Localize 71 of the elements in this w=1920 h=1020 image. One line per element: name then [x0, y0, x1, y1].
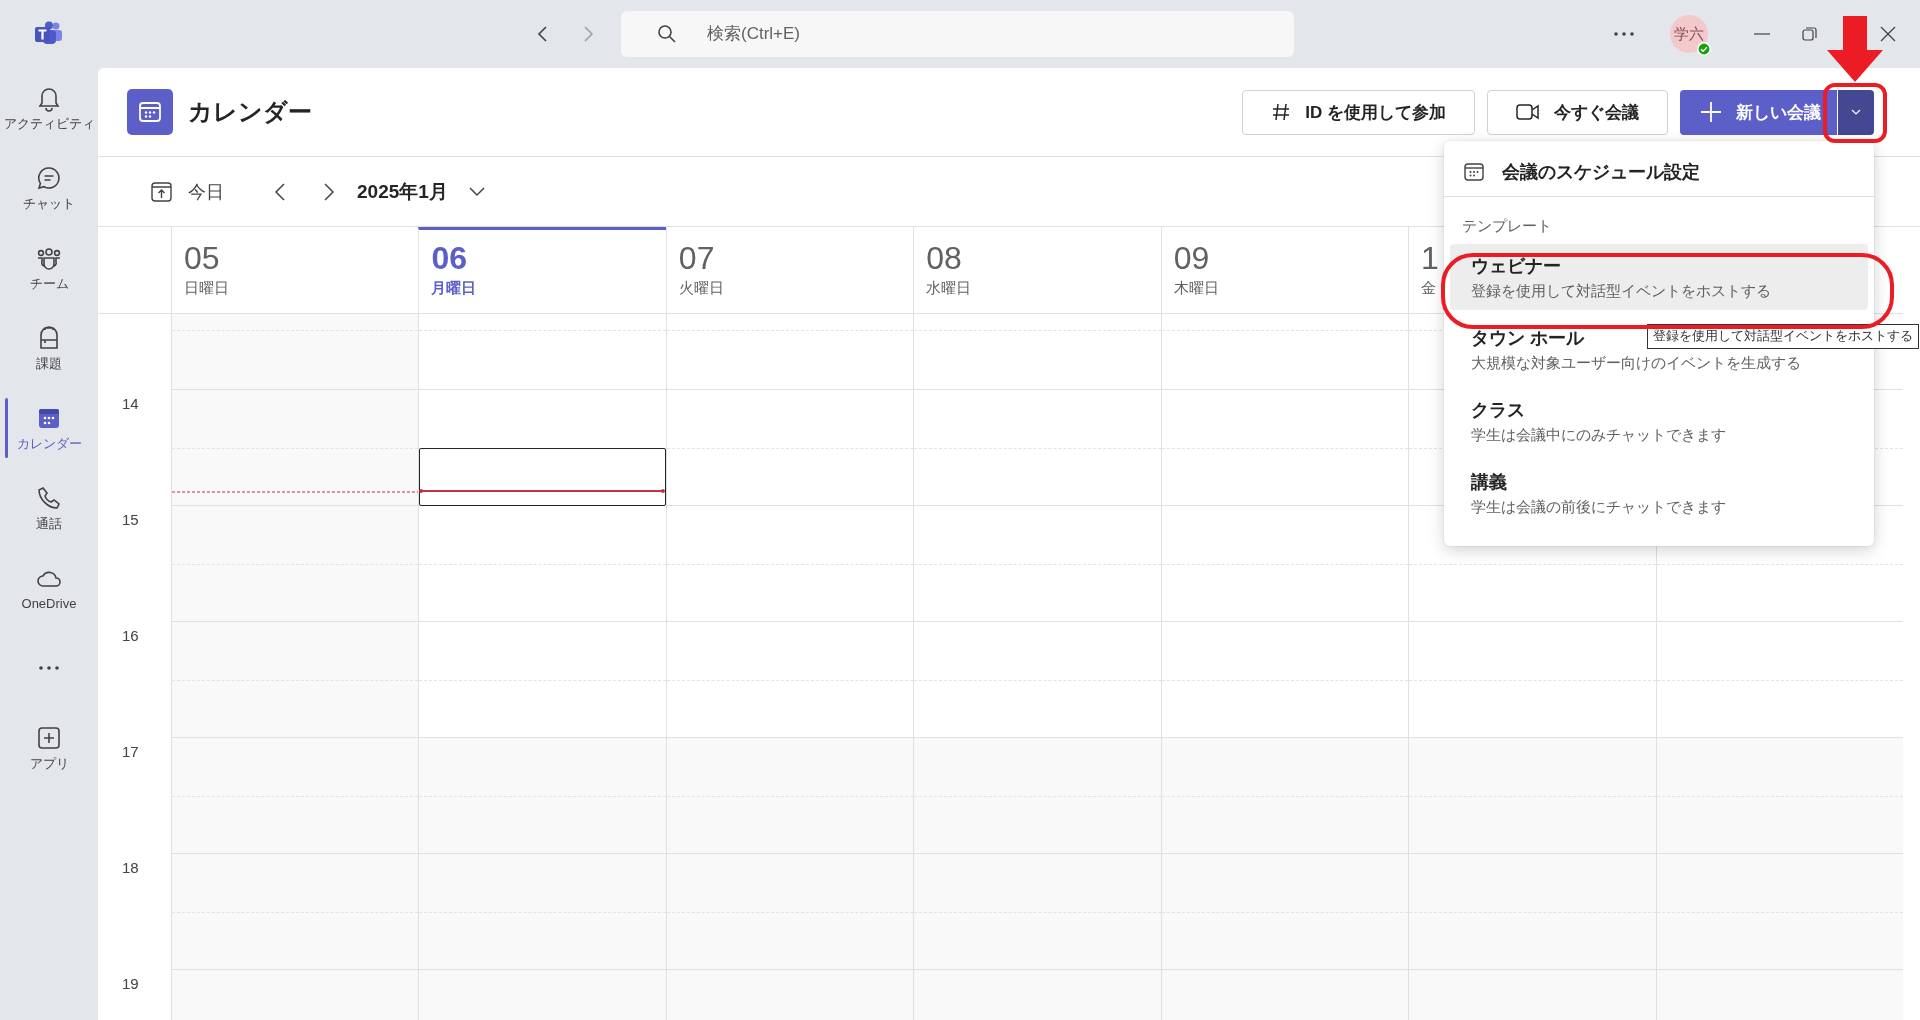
template-description: 学生は会議の前後にチャットできます — [1471, 498, 1726, 517]
template-title: タウン ホール — [1471, 327, 1584, 350]
weekday-label: 火曜日 — [678, 279, 724, 298]
day-number[interactable]: 1 — [1421, 239, 1439, 277]
schedule-meeting-item[interactable]: 会議のスケジュール設定 — [1444, 147, 1874, 197]
template-description: 登録を使用して対話型イベントをホストする — [1471, 282, 1771, 301]
calendar-icon — [1464, 161, 1484, 182]
today-button[interactable]: 今日 — [150, 179, 224, 204]
hour-label: 18 — [122, 859, 139, 876]
app-logo — [34, 21, 64, 47]
template-description: 学生は会議中にのみチャットできます — [1471, 426, 1726, 445]
hash-icon — [1271, 102, 1292, 122]
day-number[interactable]: 08 — [926, 239, 962, 277]
hour-label: 19 — [122, 975, 139, 992]
annotation-ring — [1822, 82, 1888, 144]
page-title: カレンダー — [188, 97, 312, 127]
join-with-id-button[interactable]: ID を使用して参加 — [1242, 89, 1475, 135]
hour-label: 15 — [122, 511, 139, 528]
chevron-down-icon — [467, 185, 486, 198]
user-avatar[interactable]: 学六 — [1670, 15, 1708, 53]
search-icon — [657, 24, 677, 44]
month-picker[interactable]: 2025年1月 — [357, 178, 486, 205]
avatar-initials: 学六 — [1674, 24, 1704, 44]
selected-time-slot[interactable] — [419, 448, 666, 506]
new-meeting-button[interactable]: 新しい会議 — [1680, 89, 1837, 135]
weekday-label: 木曜日 — [1173, 279, 1219, 298]
video-camera-icon — [1516, 103, 1540, 121]
sidebar-item[interactable]: OneDrive — [0, 548, 98, 628]
sidebar-item[interactable]: カレンダー — [0, 388, 98, 468]
sidebar-item[interactable]: チーム — [0, 228, 98, 308]
dropdown-button[interactable] — [1837, 89, 1874, 135]
chevron-right-icon — [323, 181, 335, 202]
template-item[interactable]: ウェビナー 登録を使用して対話型イベントをホストする — [1450, 244, 1868, 310]
weekday-label: 日曜日 — [184, 279, 229, 298]
close-icon — [1880, 26, 1896, 42]
search-field[interactable]: 検索(Ctrl+E) — [621, 11, 1294, 57]
template-item[interactable]: 講義 学生は会議の前後にチャットできます — [1450, 460, 1868, 526]
template-item[interactable]: クラス 学生は会議中にのみチャットできます — [1450, 388, 1868, 454]
template-title: クラス — [1471, 399, 1525, 422]
sidebar-item[interactable]: 通話 — [0, 468, 98, 548]
template-title: 講義 — [1471, 471, 1507, 494]
section-heading: テンプレート — [1461, 216, 1553, 236]
chevron-right-icon — [584, 26, 594, 42]
hour-label: 14 — [122, 395, 139, 412]
template-description: 大規模な対象ユーザー向けのイベントを生成する — [1471, 354, 1801, 373]
minimize-icon — [1754, 33, 1770, 35]
sidebar-item[interactable]: アプリ — [0, 708, 98, 788]
sidebar-item[interactable]: 課題 — [0, 308, 98, 388]
day-number[interactable]: 05 — [184, 239, 220, 277]
weekday-label: 水曜日 — [926, 279, 972, 298]
hour-label: 17 — [122, 743, 139, 760]
restore-icon — [1802, 26, 1818, 42]
meet-now-button[interactable]: 今すぐ会議 — [1487, 89, 1668, 135]
hour-label: 16 — [122, 627, 139, 644]
tooltip-text: 登録を使用して対話型イベントをホストする — [1653, 329, 1913, 343]
sidebar-item[interactable]: チャット — [0, 148, 98, 228]
weekday-label: 金 — [1421, 279, 1437, 298]
chevron-left-icon — [537, 26, 547, 42]
day-number[interactable]: 09 — [1173, 239, 1210, 277]
more-icon — [1614, 32, 1634, 36]
annotation-arrow — [1826, 16, 1884, 82]
more-icon — [39, 666, 59, 670]
chevron-down-icon — [1850, 108, 1862, 116]
day-number[interactable]: 07 — [678, 239, 715, 277]
template-title: ウェビナー — [1471, 255, 1561, 278]
chevron-left-icon — [274, 181, 286, 202]
sidebar-item[interactable]: アクティビティ — [0, 68, 98, 148]
calendar-app-icon — [127, 89, 173, 135]
plus-icon — [1700, 101, 1722, 123]
day-number[interactable]: 06 — [431, 239, 467, 277]
weekday-label: 月曜日 — [431, 279, 477, 298]
